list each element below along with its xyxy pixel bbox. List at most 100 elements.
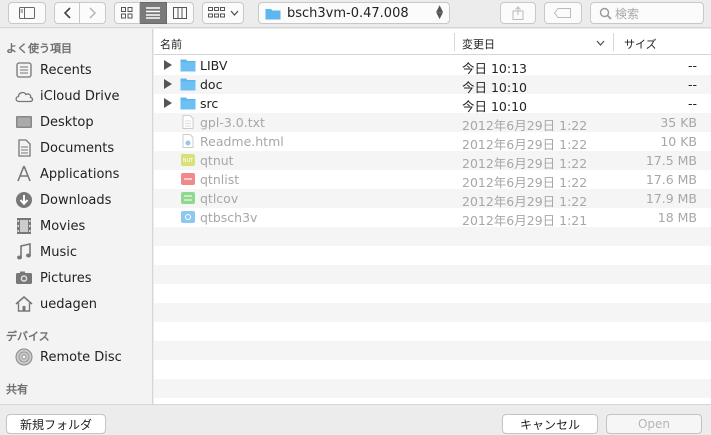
sidebar-item-label: Pictures: [40, 270, 92, 286]
sidebar-item-label: iCloud Drive: [40, 88, 120, 104]
recents-icon: [14, 61, 34, 79]
file-size: --: [687, 96, 697, 111]
sidebar-item-music[interactable]: Music: [0, 239, 152, 265]
sidebar-item-documents[interactable]: Documents: [0, 135, 152, 161]
sidebar-item-label: uedagen: [40, 296, 97, 312]
file-name: doc: [200, 77, 223, 92]
disclosure-triangle-icon[interactable]: [164, 60, 172, 70]
sidebar-item-movies[interactable]: Movies: [0, 213, 152, 239]
sidebar-item-applications[interactable]: Applications: [0, 161, 152, 187]
file-size: 17.6 MB: [645, 172, 697, 187]
bottom-bar: 新規フォルダ キャンセル Open: [0, 404, 711, 435]
file-name: gpl-3.0.txt: [200, 115, 265, 130]
pictures-icon: [14, 269, 34, 287]
list-view-button[interactable]: [140, 2, 167, 24]
favorites-header: よく使う項目: [6, 42, 72, 55]
sidebar-icon: [19, 7, 35, 19]
file-row-gpl: gpl-3.0.txt 2012年6月29日 1:22 35 KB: [154, 113, 711, 133]
file-name: Readme.html: [200, 134, 284, 149]
sidebar-toggle-button[interactable]: [8, 2, 46, 24]
file-row-src[interactable]: src 今日 10:10 --: [154, 94, 711, 114]
search-icon: [599, 7, 612, 20]
file-size: 18 MB: [657, 210, 697, 225]
chevron-left-icon: [63, 7, 71, 19]
sidebar-item-label: Recents: [40, 62, 92, 78]
icon-view-button[interactable]: [114, 2, 140, 24]
columns-icon: [173, 7, 187, 19]
back-button[interactable]: [54, 2, 80, 24]
empty-row: [154, 360, 711, 379]
search-input[interactable]: 検索: [590, 2, 704, 24]
column-date-header[interactable]: 変更日: [462, 36, 495, 52]
file-name: src: [200, 96, 219, 111]
cloud-icon: [14, 87, 34, 105]
file-size: 35 KB: [660, 115, 697, 130]
sidebar-item-pictures[interactable]: Pictures: [0, 265, 152, 291]
toolbar: bsch3vm-0.47.008 ▲ ▼ 検索: [0, 0, 711, 28]
new-folder-button[interactable]: 新規フォルダ: [6, 414, 106, 434]
chevron-down-icon: [596, 40, 605, 46]
group-grid-icon: [207, 7, 225, 18]
list-icon: [146, 7, 160, 19]
path-popup[interactable]: bsch3vm-0.47.008 ▲ ▼: [258, 2, 450, 24]
column-name-header[interactable]: 名前: [160, 36, 182, 52]
file-row-qtnlist: qtnlist 2012年6月29日 1:22 17.6 MB: [154, 170, 711, 190]
file-name: qtlcov: [200, 191, 239, 206]
documents-icon: [14, 139, 34, 157]
updown-icon: ▲ ▼: [436, 4, 443, 21]
group-by-button[interactable]: [202, 2, 244, 24]
movies-icon: [14, 217, 34, 235]
file-row-libv[interactable]: LIBV 今日 10:13 --: [154, 56, 711, 76]
empty-row: [154, 227, 711, 246]
disc-icon: [14, 348, 34, 366]
svg-text:NUT: NUT: [183, 158, 194, 164]
file-name: qtnut: [200, 153, 234, 168]
empty-row: [154, 379, 711, 398]
sidebar-item-uedagen[interactable]: uedagen: [0, 291, 152, 317]
empty-row: [154, 303, 711, 322]
html-document-icon: [182, 134, 194, 148]
column-size-header[interactable]: サイズ: [624, 36, 657, 52]
sidebar-item-icloud-drive[interactable]: iCloud Drive: [0, 83, 152, 109]
app-icon-yellow: NUT: [181, 154, 195, 166]
open-button[interactable]: Open: [606, 414, 702, 434]
sidebar-item-label: Documents: [40, 140, 115, 156]
sidebar-item-remote-disc[interactable]: Remote Disc: [0, 344, 152, 370]
desktop-icon: [14, 113, 34, 131]
disclosure-triangle-icon[interactable]: [164, 79, 172, 89]
chevron-right-icon: [88, 7, 96, 19]
empty-row: [154, 284, 711, 303]
sidebar-item-label: Desktop: [40, 114, 94, 130]
file-row-qtlcov: qtlcov 2012年6月29日 1:22 17.9 MB: [154, 189, 711, 209]
text-document-icon: [182, 115, 194, 129]
sidebar-item-label: Remote Disc: [40, 349, 122, 365]
path-label: bsch3vm-0.47.008: [287, 5, 409, 21]
cancel-button[interactable]: キャンセル: [502, 414, 598, 434]
file-name: qtnlist: [200, 172, 240, 187]
forward-button[interactable]: [80, 2, 106, 24]
file-size: 17.5 MB: [645, 153, 697, 168]
sidebar-item-desktop[interactable]: Desktop: [0, 109, 152, 135]
share-icon: [512, 6, 524, 20]
app-icon-blue: [181, 211, 195, 223]
file-size: --: [687, 58, 697, 73]
home-icon: [14, 295, 34, 313]
file-row-doc[interactable]: doc 今日 10:10 --: [154, 75, 711, 95]
folder-icon: [180, 59, 196, 72]
sidebar-item-label: Downloads: [40, 192, 112, 208]
sidebar-item-recents[interactable]: Recents: [0, 57, 152, 83]
file-size: 17.9 MB: [645, 191, 697, 206]
column-header: 名前 変更日 サイズ: [154, 29, 711, 55]
sidebar-item-label: Applications: [40, 166, 120, 182]
share-button[interactable]: [500, 2, 536, 24]
sidebar-item-downloads[interactable]: Downloads: [0, 187, 152, 213]
app-icon-red: [181, 173, 195, 185]
sidebar-item-label: Music: [40, 244, 77, 260]
grid-icon: [121, 7, 133, 19]
downloads-icon: [14, 191, 34, 209]
disclosure-triangle-icon[interactable]: [164, 98, 172, 108]
column-view-button[interactable]: [167, 2, 194, 24]
tags-button[interactable]: [544, 2, 582, 24]
file-name: LIBV: [200, 58, 228, 73]
column-separator: [613, 33, 614, 51]
